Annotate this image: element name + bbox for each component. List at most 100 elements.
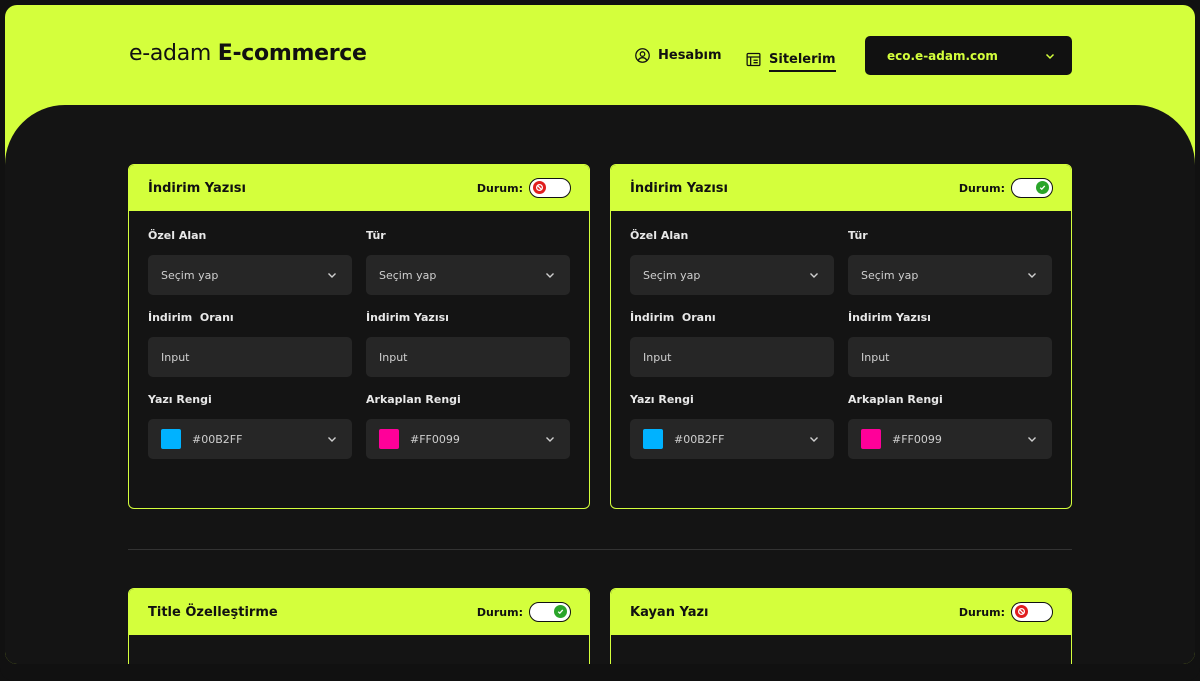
card-header: İndirim Yazısı Durum:	[611, 165, 1071, 211]
field-label: Tür	[848, 229, 868, 242]
card-body: Özel Alan Seçim yap Tür Seçim yap İndiri…	[611, 211, 1071, 459]
status-toggle[interactable]	[529, 178, 571, 198]
discount-text-card-2: İndirim Yazısı Durum: Özel Alan Seçim ya…	[610, 164, 1072, 509]
nav-sites[interactable]: Sitelerim	[745, 47, 836, 72]
type-field: Tür Seçim yap	[848, 227, 1052, 295]
check-icon	[1036, 181, 1049, 194]
field-label: Yazı Rengi	[630, 393, 694, 406]
discount-rate-field: İndirim Oranı Input	[148, 309, 352, 377]
type-select[interactable]: Seçim yap	[848, 255, 1052, 295]
card-body: Özel Alan Seçim yap Tür Seçim yap İndiri…	[129, 211, 589, 459]
site-select-value: eco.e-adam.com	[887, 48, 998, 63]
header: e-adam E-commerce Hesabım Sitelerim eco.…	[5, 5, 1195, 105]
status: Durum:	[477, 602, 571, 622]
status-toggle[interactable]	[1011, 602, 1053, 622]
color-swatch	[861, 429, 881, 449]
card-title: İndirim Yazısı	[148, 180, 247, 196]
chevron-down-icon	[328, 437, 336, 442]
text-color-picker[interactable]: #00B2FF	[630, 419, 834, 459]
discount-rate-field: İndirim Oranı Input	[630, 309, 834, 377]
color-value: #00B2FF	[192, 432, 243, 446]
select-value: Seçim yap	[861, 268, 919, 282]
text-color-field: Yazı Rengi #00B2FF	[148, 391, 352, 459]
color-swatch	[161, 429, 181, 449]
status-toggle[interactable]	[1011, 178, 1053, 198]
special-area-field: Özel Alan Seçim yap	[630, 227, 834, 295]
field-label: İndirim Yazısı	[848, 311, 931, 324]
status-label: Durum:	[476, 181, 523, 195]
chevron-down-icon	[546, 273, 554, 278]
chevron-down-icon	[810, 273, 818, 278]
status: Durum:	[959, 602, 1053, 622]
field-label: Yazı Rengi	[148, 393, 212, 406]
card-header: Title Özelleştirme Durum:	[129, 589, 589, 635]
logo-light: e-adam	[129, 41, 212, 66]
input-placeholder: Input	[861, 350, 890, 364]
input-placeholder: Input	[379, 350, 408, 364]
field-label: Arkaplan Rengi	[366, 393, 461, 406]
text-color-picker[interactable]: #00B2FF	[148, 419, 352, 459]
field-label: İndirim Oranı	[630, 311, 716, 324]
color-swatch	[379, 429, 399, 449]
background-color-picker[interactable]: #FF0099	[848, 419, 1052, 459]
color-value: #FF0099	[410, 432, 460, 446]
type-field: Tür Seçim yap	[366, 227, 570, 295]
chevron-down-icon	[810, 437, 818, 442]
discount-text-field: İndirim Yazısı Input	[366, 309, 570, 377]
discount-text-card-1: İndirim Yazısı Durum: Özel Alan Seçim ya…	[128, 164, 590, 509]
text-color-field: Yazı Rengi #00B2FF	[630, 391, 834, 459]
card-title: İndirim Yazısı	[630, 180, 729, 196]
disabled-icon	[533, 181, 546, 194]
logo[interactable]: e-adam E-commerce	[129, 41, 367, 66]
color-swatch	[643, 429, 663, 449]
field-label: Tür	[366, 229, 386, 242]
chevron-down-icon	[1045, 53, 1055, 59]
discount-text-input[interactable]: Input	[848, 337, 1052, 377]
background-color-picker[interactable]: #FF0099	[366, 419, 570, 459]
discount-text-field: İndirim Yazısı Input	[848, 309, 1052, 377]
field-label: Özel Alan	[148, 229, 207, 242]
card-header: Kayan Yazı Durum:	[611, 589, 1071, 635]
input-placeholder: Input	[161, 350, 190, 364]
field-label: Özel Alan	[630, 229, 689, 242]
input-placeholder: Input	[643, 350, 672, 364]
chevron-down-icon	[1028, 437, 1036, 442]
status-toggle[interactable]	[529, 602, 571, 622]
discount-rate-input[interactable]: Input	[148, 337, 352, 377]
field-label: İndirim Yazısı	[366, 311, 449, 324]
site-select[interactable]: eco.e-adam.com	[865, 36, 1072, 75]
field-label: İndirim Oranı	[148, 311, 234, 324]
card-title: Title Özelleştirme	[148, 604, 278, 620]
nav-account-label: Hesabım	[658, 48, 722, 63]
disabled-icon	[1015, 605, 1028, 618]
card-title: Kayan Yazı	[630, 604, 709, 620]
status-label: Durum:	[958, 605, 1005, 619]
status-label: Durum:	[958, 181, 1005, 195]
color-value: #00B2FF	[674, 432, 725, 446]
nav-account[interactable]: Hesabım	[634, 47, 722, 64]
select-value: Seçim yap	[643, 268, 701, 282]
type-select[interactable]: Seçim yap	[366, 255, 570, 295]
user-circle-icon	[635, 48, 650, 63]
select-value: Seçim yap	[379, 268, 437, 282]
special-area-select[interactable]: Seçim yap	[630, 255, 834, 295]
chevron-down-icon	[328, 273, 336, 278]
window-frame: e-adam E-commerce Hesabım Sitelerim eco.…	[0, 0, 1200, 681]
card-header: İndirim Yazısı Durum:	[129, 165, 589, 211]
discount-rate-input[interactable]: Input	[630, 337, 834, 377]
sites-icon	[746, 52, 761, 67]
app-screen: e-adam E-commerce Hesabım Sitelerim eco.…	[5, 5, 1195, 664]
discount-text-input[interactable]: Input	[366, 337, 570, 377]
marquee-text-card: Kayan Yazı Durum:	[610, 588, 1072, 664]
background-color-field: Arkaplan Rengi #FF0099	[366, 391, 570, 459]
select-value: Seçim yap	[161, 268, 219, 282]
title-customization-card: Title Özelleştirme Durum:	[128, 588, 590, 664]
color-value: #FF0099	[892, 432, 942, 446]
chevron-down-icon	[1028, 273, 1036, 278]
status-label: Durum:	[476, 605, 523, 619]
nav-sites-label: Sitelerim	[769, 52, 836, 72]
special-area-select[interactable]: Seçim yap	[148, 255, 352, 295]
chevron-down-icon	[546, 437, 554, 442]
special-area-field: Özel Alan Seçim yap	[148, 227, 352, 295]
field-label: Arkaplan Rengi	[848, 393, 943, 406]
